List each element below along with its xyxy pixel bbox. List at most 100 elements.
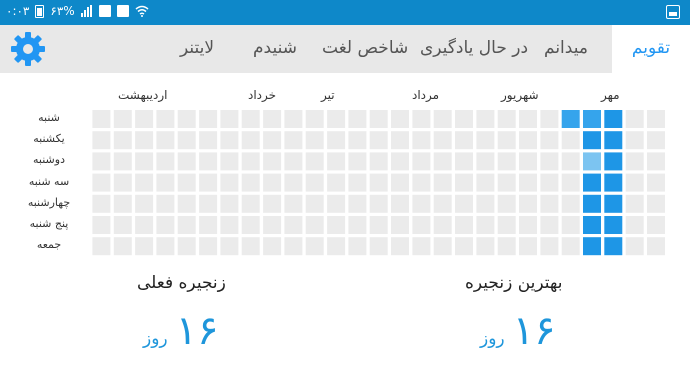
calendar-day-cell	[476, 110, 495, 128]
calendar-day-cell	[177, 131, 196, 150]
calendar-day-cell	[135, 110, 154, 128]
calendar-day-cell	[455, 110, 473, 128]
current-streak-title: زنجیره فعلی	[137, 273, 226, 293]
calendar-day-cell	[540, 131, 559, 150]
calendar-day-cell	[369, 110, 388, 128]
calendar-day-cell	[156, 152, 175, 171]
month-label: مرداد	[412, 88, 440, 102]
tab-heard[interactable]: شنیدم	[253, 25, 297, 73]
calendar-day-cell	[647, 194, 665, 213]
calendar-day-cell	[220, 216, 239, 234]
tab-learning[interactable]: در حال یادگیری	[420, 25, 528, 73]
calendar-day-cell	[220, 173, 239, 192]
calendar-day-cell	[455, 173, 473, 192]
calendar-day-cell	[583, 152, 601, 171]
calendar-day-cell	[433, 194, 452, 213]
day-label: یکشنبه	[33, 132, 65, 145]
calendar-day-cell	[135, 216, 154, 234]
battery-percent: ۶۳%	[50, 4, 75, 18]
calendar-day-cell	[348, 152, 367, 171]
calendar-day-cell	[113, 194, 132, 213]
tab-field[interactable]: میدانم	[544, 25, 588, 73]
calendar-day-cell	[263, 173, 282, 192]
calendar-day-cell	[156, 194, 175, 213]
calendar-day-cell	[433, 131, 452, 150]
calendar-day-cell	[305, 173, 324, 192]
calendar-day-cell	[476, 131, 495, 150]
calendar-day-cell	[561, 110, 580, 128]
calendar-day-cell	[263, 131, 282, 150]
calendar-day-cell	[561, 237, 580, 256]
calendar-day-cell	[92, 216, 111, 234]
calendar-day-cell	[241, 110, 260, 128]
calendar-day-cell	[583, 131, 601, 150]
calendar-day-cell	[625, 216, 644, 234]
calendar-day-cell	[625, 131, 644, 150]
calendar-day-cell	[177, 110, 196, 128]
calendar-day-cell	[305, 194, 324, 213]
calendar-day-cell	[583, 173, 601, 192]
calendar-day-cell	[327, 216, 346, 234]
calendar-day-cell	[220, 194, 239, 213]
calendar-day-cell	[519, 216, 537, 234]
calendar-day-cell	[284, 173, 303, 192]
calendar-day-cell	[284, 237, 303, 256]
calendar-day-cell	[177, 173, 196, 192]
calendar-day-cell	[647, 131, 665, 150]
calendar-day-cell	[391, 194, 409, 213]
day-label: جمعه	[36, 238, 62, 251]
calendar-day-cell	[647, 216, 665, 234]
calendar-day-cell	[92, 237, 111, 256]
calendar-day-cell	[519, 173, 537, 192]
calendar-day-cell	[113, 152, 132, 171]
month-header: مهر شهریور مرداد تیر خرداد اردیبهشت	[0, 88, 690, 104]
status-bar: ۰:۰۳ ۶۳%	[0, 0, 690, 25]
calendar-day-cell	[561, 152, 580, 171]
status-time: ۰:۰۳	[6, 4, 30, 18]
calendar-day-cell	[433, 152, 452, 171]
calendar-day-cell	[476, 194, 495, 213]
calendar-day-cell	[156, 131, 175, 150]
calendar-day-cell	[199, 110, 218, 128]
calendar-day-cell	[113, 110, 132, 128]
calendar-day-cell	[284, 216, 303, 234]
calendar-day-cell	[327, 173, 346, 192]
gear-icon[interactable]	[8, 29, 48, 69]
calendar-day-cell	[519, 152, 537, 171]
calendar-day-cell	[177, 216, 196, 234]
calendar-day-cell	[348, 131, 367, 150]
tab-index[interactable]: شاخص لغت	[322, 25, 408, 73]
calendar-day-cell	[412, 173, 431, 192]
calendar-day-cell	[476, 152, 495, 171]
best-streak-number: ۱۶	[512, 308, 556, 354]
calendar-day-cell	[305, 237, 324, 256]
calendar-day-cell	[327, 110, 346, 128]
tab-bar: تقویم میدانم در حال یادگیری شاخص لغت شنی…	[0, 25, 690, 73]
calendar-day-cell	[540, 194, 559, 213]
calendar-day-cell	[412, 237, 431, 256]
calendar-day-cell	[92, 173, 111, 192]
calendar-day-cell	[391, 110, 409, 128]
calendar-day-cell	[604, 173, 623, 192]
day-label: دوشنبه	[33, 153, 65, 166]
calendar-day-cell	[604, 216, 623, 234]
calendar-day-cell	[92, 152, 111, 171]
tab-lightner[interactable]: لایتنر	[180, 25, 214, 73]
calendar-day-cell	[113, 237, 132, 256]
calendar-day-cell	[177, 237, 196, 256]
calendar-day-cell	[455, 216, 473, 234]
calendar-day-cell	[327, 131, 346, 150]
calendar-day-cell	[369, 131, 388, 150]
calendar-day-cell	[305, 216, 324, 234]
calendar-day-cell	[113, 131, 132, 150]
calendar-day-cell	[263, 194, 282, 213]
calendar-day-cell	[561, 131, 580, 150]
calendar-day-cell	[284, 194, 303, 213]
wifi-icon	[135, 5, 149, 17]
calendar-day-cell	[497, 110, 516, 128]
month-label: مهر	[601, 88, 620, 102]
tab-calendar[interactable]: تقویم	[612, 25, 690, 73]
gallery-icon	[666, 5, 680, 19]
calendar-notification-icon	[116, 5, 129, 17]
calendar-day-cell	[284, 152, 303, 171]
